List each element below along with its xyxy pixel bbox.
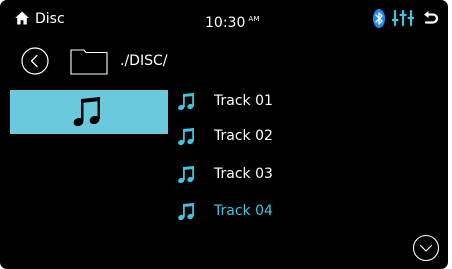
- track-row[interactable]: Track 01: [177, 89, 377, 115]
- track-name: Track 03: [214, 166, 273, 182]
- track-row[interactable]: Track 02: [177, 124, 377, 150]
- music-note-icon: [178, 203, 194, 221]
- scroll-down-button[interactable]: [412, 234, 440, 262]
- track-name: Track 01: [214, 93, 273, 109]
- track-name: Track 02: [214, 128, 273, 144]
- music-note-icon: [178, 128, 194, 146]
- disc-player-screen: Disc 10:30 AM ./DISC/ Track 01 Track 02 …: [0, 0, 448, 269]
- track-list: Track 01 Track 02 Track 03 Track 04: [0, 0, 448, 269]
- music-note-icon: [178, 93, 194, 111]
- track-name: Track 04: [214, 203, 273, 219]
- track-row-active[interactable]: Track 04: [177, 199, 377, 225]
- music-note-icon: [178, 166, 194, 184]
- track-row[interactable]: Track 03: [177, 162, 377, 188]
